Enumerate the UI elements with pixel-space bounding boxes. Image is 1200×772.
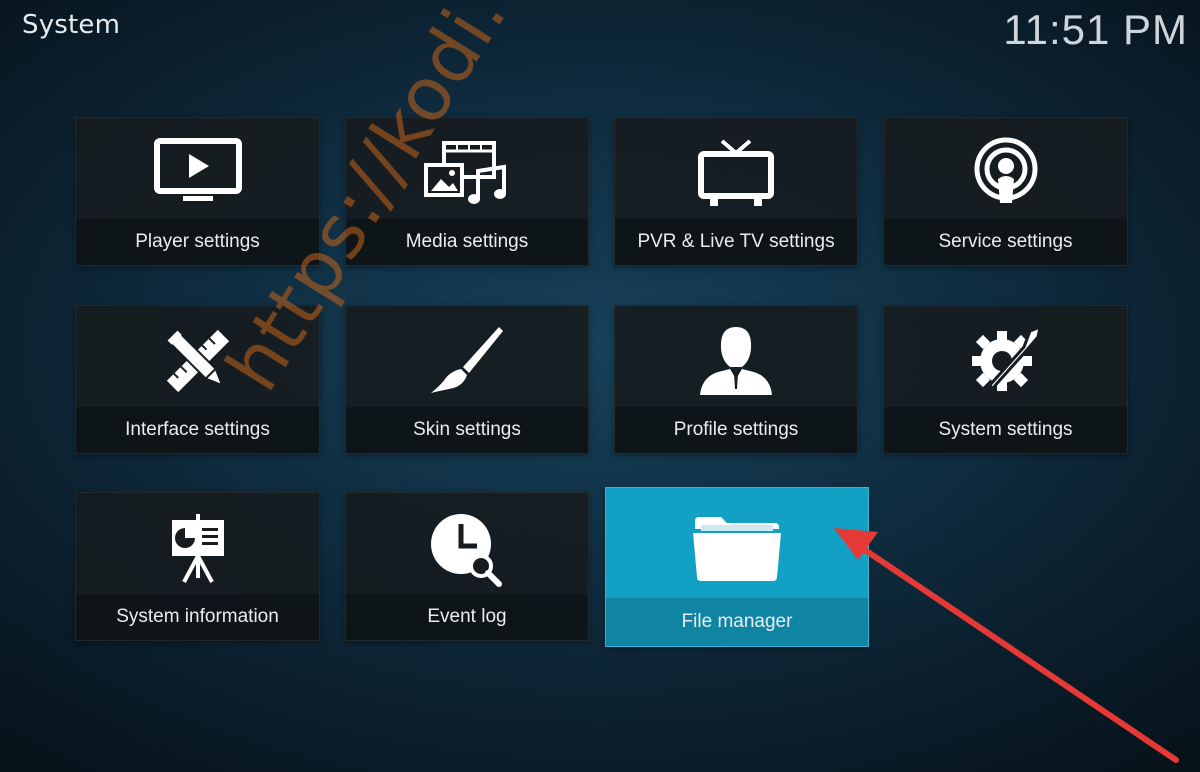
- red-arrow-annotation: [834, 528, 1179, 763]
